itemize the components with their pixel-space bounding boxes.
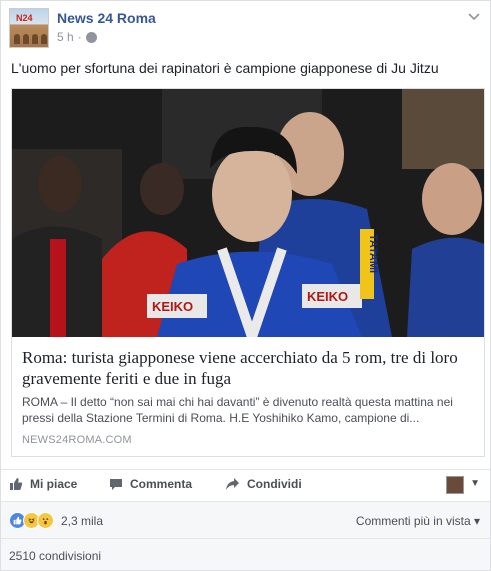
actor-chevron-down-icon[interactable]: ▼ bbox=[470, 478, 480, 489]
share-label: Condividi bbox=[247, 477, 302, 491]
reactions-bar: 2,3 mila Commenti più in vista ▾ bbox=[1, 501, 490, 538]
page-logo-text: N24 bbox=[16, 13, 33, 23]
meta-separator: · bbox=[77, 30, 82, 44]
keiko-label: KEIKO bbox=[152, 299, 193, 314]
reaction-icons[interactable] bbox=[9, 512, 54, 529]
post-meta: 5 h · bbox=[57, 30, 97, 44]
link-preview[interactable]: KEIKO KEIKO TATAMI Roma: turista giappon… bbox=[11, 88, 485, 457]
image-labels: KEIKO KEIKO TATAMI bbox=[152, 234, 379, 314]
share-icon bbox=[226, 478, 239, 490]
like-label: Mi piace bbox=[30, 477, 78, 491]
link-domain: NEWS24ROMA.COM bbox=[22, 434, 132, 446]
link-description: ROMA – Il detto “non sai mai chi hai dav… bbox=[22, 395, 453, 425]
comment-icon bbox=[110, 479, 122, 490]
colosseum-arch bbox=[23, 34, 29, 44]
link-text-block[interactable]: Roma: turista giapponese viene accerchia… bbox=[12, 337, 484, 456]
page-avatar[interactable]: N24 bbox=[9, 8, 49, 48]
colosseum-arch bbox=[41, 34, 47, 44]
link-image[interactable]: KEIKO KEIKO TATAMI bbox=[12, 89, 484, 337]
shares-bar: 2510 condivisioni bbox=[1, 538, 490, 570]
post-card: N24 News 24 Roma 5 h · L'uomo per sfortu… bbox=[0, 0, 491, 571]
post-status-text: L'uomo per sfortuna dei rapinatori è cam… bbox=[11, 60, 439, 76]
colosseum-arch bbox=[14, 34, 20, 44]
chevron-down-icon[interactable] bbox=[468, 10, 480, 24]
reaction-count[interactable]: 2,3 mila bbox=[61, 514, 103, 528]
post-actions-bar: Mi piace Commenta Condividi ▼ bbox=[1, 469, 490, 501]
thumbs-up-icon bbox=[10, 478, 23, 490]
like-button[interactable]: Mi piace bbox=[9, 477, 77, 491]
wow-reaction-icon bbox=[37, 512, 54, 529]
globe-icon bbox=[85, 31, 97, 43]
comment-label: Commenta bbox=[130, 477, 193, 491]
share-count[interactable]: 2510 condivisioni bbox=[9, 549, 101, 563]
actor-avatar[interactable] bbox=[446, 476, 464, 494]
colosseum-arch bbox=[32, 34, 38, 44]
comment-button[interactable]: Commenta bbox=[109, 477, 192, 491]
page-name-link[interactable]: News 24 Roma bbox=[57, 10, 156, 26]
keiko-label: KEIKO bbox=[307, 289, 348, 304]
post-timestamp[interactable]: 5 h bbox=[57, 30, 74, 44]
link-title[interactable]: Roma: turista giapponese viene accerchia… bbox=[22, 347, 474, 389]
share-button[interactable]: Condividi bbox=[225, 477, 302, 491]
comment-filter-dropdown[interactable]: Commenti più in vista ▾ bbox=[356, 514, 480, 528]
tatami-label: TATAMI bbox=[367, 234, 379, 273]
post-header: N24 News 24 Roma 5 h · bbox=[9, 8, 482, 48]
